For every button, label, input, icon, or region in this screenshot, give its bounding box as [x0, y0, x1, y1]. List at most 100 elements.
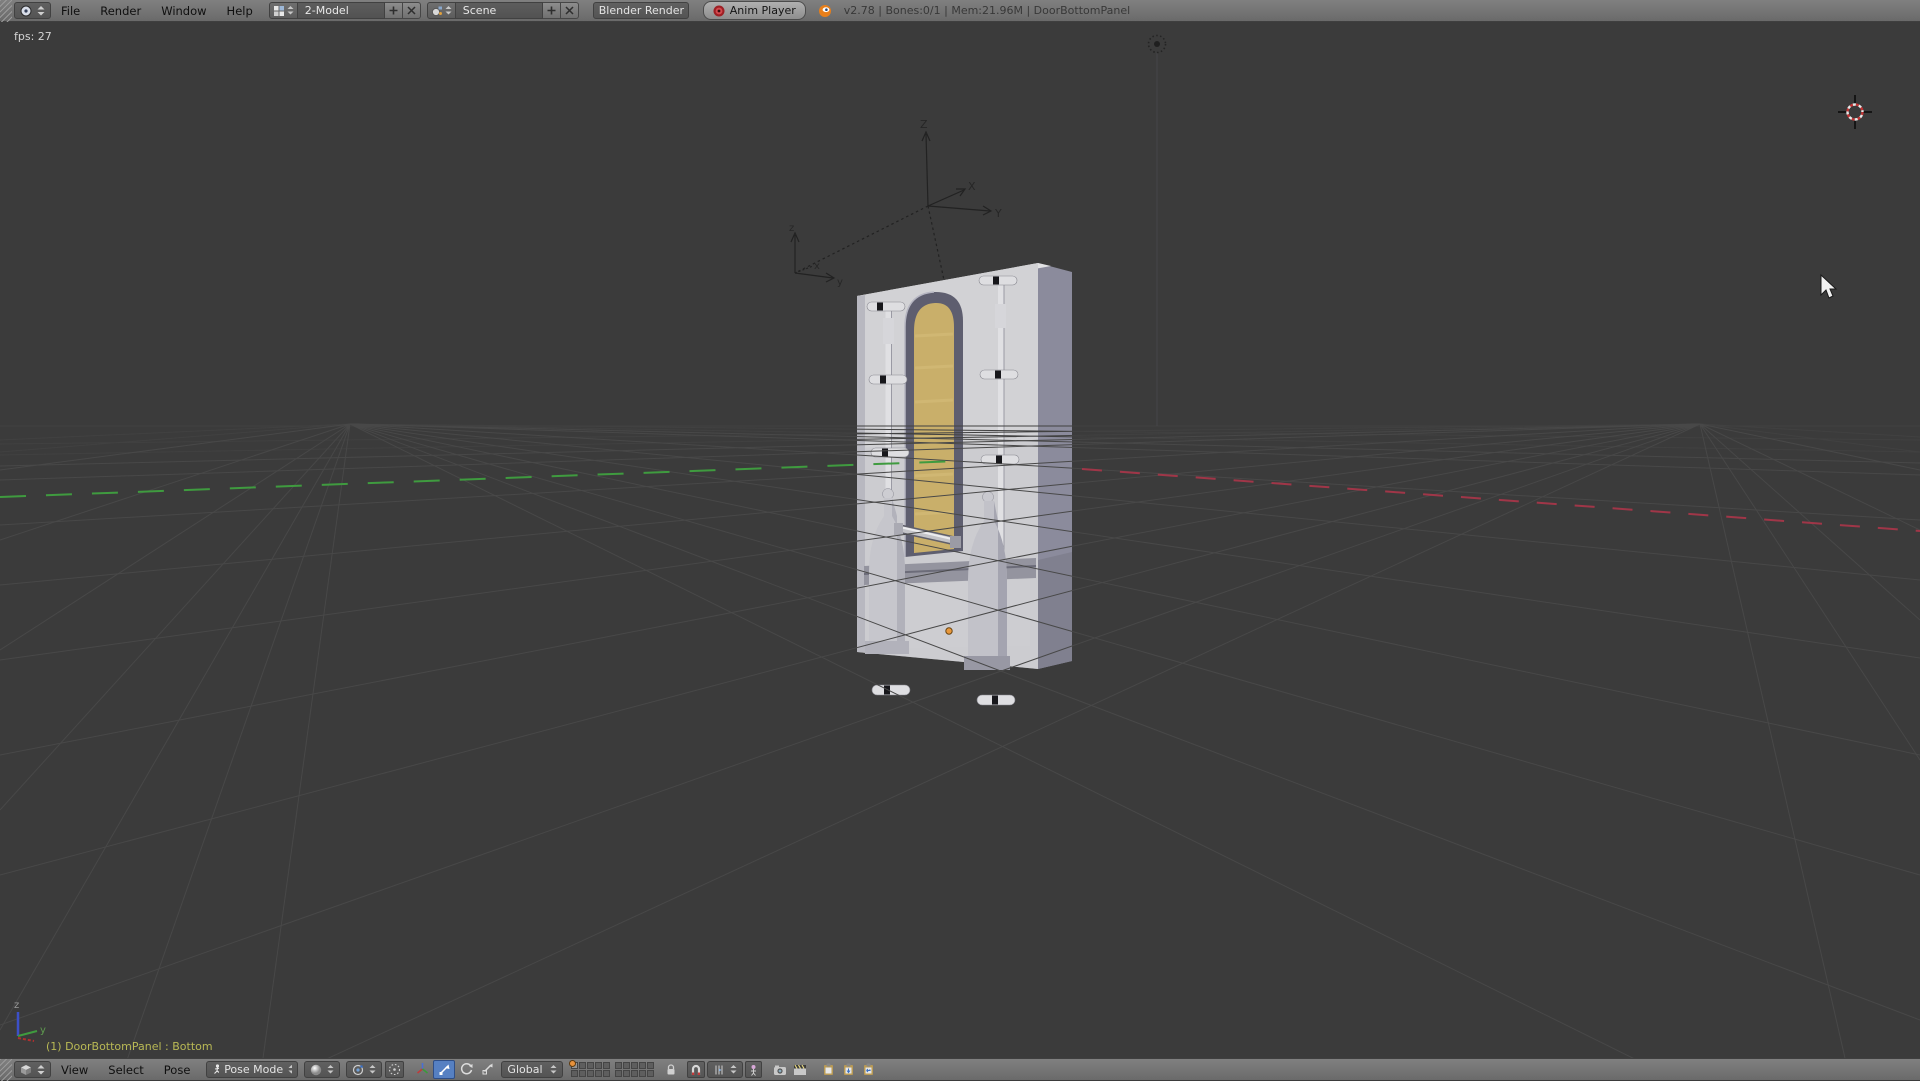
- axis-label-y-small: y: [837, 277, 843, 288]
- engine-label: Blender Render: [599, 4, 684, 17]
- camera-icon: [773, 1064, 787, 1076]
- menu-render[interactable]: Render: [90, 0, 151, 22]
- paste-flipped-pose-icon: [863, 1063, 874, 1076]
- layer-toggle[interactable]: [587, 1070, 594, 1077]
- layer-toggle[interactable]: [647, 1070, 654, 1077]
- manipulator-translate-button[interactable]: [433, 1060, 455, 1079]
- layer-toggle[interactable]: [623, 1070, 630, 1077]
- layer-toggle[interactable]: [623, 1062, 630, 1069]
- orientation-label: Global: [507, 1063, 542, 1076]
- stepper-arrows-icon: [287, 6, 294, 16]
- stepper-arrows-icon: [288, 1065, 292, 1075]
- axis-label-z: Z: [920, 118, 928, 131]
- record-icon: [713, 5, 725, 17]
- layer-toggle[interactable]: [631, 1070, 638, 1077]
- viewport-3d[interactable]: Z X Y z x y z y: [0, 0, 1920, 1080]
- translate-icon: [438, 1063, 451, 1076]
- layer-toggle[interactable]: [595, 1070, 602, 1077]
- manipulate-center-points-toggle[interactable]: [385, 1061, 404, 1078]
- mode-select[interactable]: Pose Mode: [206, 1061, 298, 1078]
- anim-player-button[interactable]: Anim Player: [703, 1, 806, 20]
- layer-toggle[interactable]: [639, 1062, 646, 1069]
- close-icon: [407, 6, 416, 15]
- manipulator-rotate-button[interactable]: [456, 1060, 476, 1077]
- lock-icon: [665, 1063, 677, 1076]
- snap-toggle[interactable]: [687, 1061, 705, 1078]
- transform-orientation-select[interactable]: Global: [501, 1061, 563, 1078]
- stepper-arrows-icon: [369, 1065, 376, 1075]
- status-info: v2.78 | Bones:0/1 | Mem:21.96M | DoorBot…: [844, 4, 1130, 17]
- layer-toggle[interactable]: [571, 1070, 578, 1077]
- scale-icon: [481, 1062, 494, 1075]
- layer-toggle[interactable]: [579, 1062, 586, 1069]
- solid-shading-icon: [310, 1064, 322, 1076]
- manipulator-axes-icon: [416, 1062, 429, 1075]
- layout-preview-icon: [273, 5, 285, 17]
- stepper-arrows-icon: [550, 1065, 557, 1075]
- paste-pose-button[interactable]: [838, 1061, 858, 1078]
- snap-element-select[interactable]: [707, 1061, 743, 1078]
- object-origin-dot: [946, 628, 952, 634]
- center-points-icon: [388, 1063, 401, 1076]
- fps-counter: fps: 27: [14, 30, 52, 43]
- pose-mode-icon: [212, 1064, 219, 1075]
- stepper-arrows-icon: [327, 1065, 334, 1075]
- info-header: File Render Window Help 2-Model: [0, 0, 1920, 22]
- pivot-point-select[interactable]: [346, 1061, 382, 1078]
- layout-browse-button[interactable]: [269, 2, 298, 19]
- layout-name-field[interactable]: 2-Model: [298, 2, 385, 19]
- copy-pose-button[interactable]: [818, 1061, 838, 1078]
- layer-toggle[interactable]: [647, 1062, 654, 1069]
- opengl-render-animation-button[interactable]: [790, 1061, 810, 1078]
- layers-widget[interactable]: [571, 1062, 654, 1077]
- stepper-arrows-icon: [445, 6, 452, 16]
- paste-flipped-pose-button[interactable]: [858, 1061, 878, 1078]
- editor-type-button[interactable]: [14, 1061, 51, 1078]
- layer-toggle[interactable]: [631, 1062, 638, 1069]
- menu-window[interactable]: Window: [151, 0, 216, 22]
- layer-toggle[interactable]: [595, 1062, 602, 1069]
- menu-view[interactable]: View: [51, 1059, 98, 1081]
- layer-toggle[interactable]: [579, 1070, 586, 1077]
- menu-select[interactable]: Select: [98, 1059, 153, 1081]
- layer-toggle[interactable]: [603, 1062, 610, 1069]
- axis-label-x: X: [968, 180, 976, 193]
- scene-browse-button[interactable]: [427, 2, 456, 19]
- stepper-arrows-icon: [730, 1065, 737, 1075]
- axis-label-y: Y: [994, 207, 1002, 220]
- add-scene-button[interactable]: [543, 2, 561, 19]
- lock-to-scene-toggle[interactable]: [661, 1061, 681, 1078]
- blender-logo: [818, 4, 832, 18]
- menu-pose[interactable]: Pose: [154, 1059, 201, 1081]
- delete-scene-button[interactable]: [561, 2, 579, 19]
- render-engine-select[interactable]: Blender Render: [593, 2, 689, 19]
- layer-toggle[interactable]: [615, 1070, 622, 1077]
- scene-name-field[interactable]: Scene: [456, 2, 543, 19]
- add-layout-button[interactable]: [385, 2, 403, 19]
- scene-selector: Scene: [427, 2, 579, 19]
- manipulator-toggle[interactable]: [412, 1060, 432, 1077]
- pivot-median-icon: [352, 1064, 364, 1076]
- manipulator-scale-button[interactable]: [477, 1060, 497, 1077]
- screen-layout-selector: 2-Model: [269, 2, 421, 19]
- menu-file[interactable]: File: [51, 0, 90, 22]
- copy-pose-icon: [823, 1063, 834, 1076]
- snap-increment-icon: [713, 1064, 725, 1076]
- clapperboard-icon: [793, 1064, 807, 1076]
- opengl-render-image-button[interactable]: [770, 1061, 790, 1078]
- viewport-shading-select[interactable]: [304, 1061, 340, 1078]
- layer-toggle[interactable]: [639, 1070, 646, 1077]
- delete-layout-button[interactable]: [403, 2, 421, 19]
- layer-toggle[interactable]: [603, 1070, 610, 1077]
- editor-type-button[interactable]: [14, 2, 51, 19]
- area-corner-grip[interactable]: [0, 0, 12, 22]
- bone-panel[interactable]: [914, 303, 954, 553]
- magnet-icon: [690, 1064, 702, 1076]
- menu-help[interactable]: Help: [217, 0, 263, 22]
- view3d-editor-icon: [20, 1064, 32, 1076]
- stepper-arrows-icon: [37, 6, 45, 16]
- layer-toggle[interactable]: [587, 1062, 594, 1069]
- layer-toggle[interactable]: [615, 1062, 622, 1069]
- snap-target-button[interactable]: [745, 1061, 762, 1078]
- area-corner-grip[interactable]: [0, 1059, 12, 1081]
